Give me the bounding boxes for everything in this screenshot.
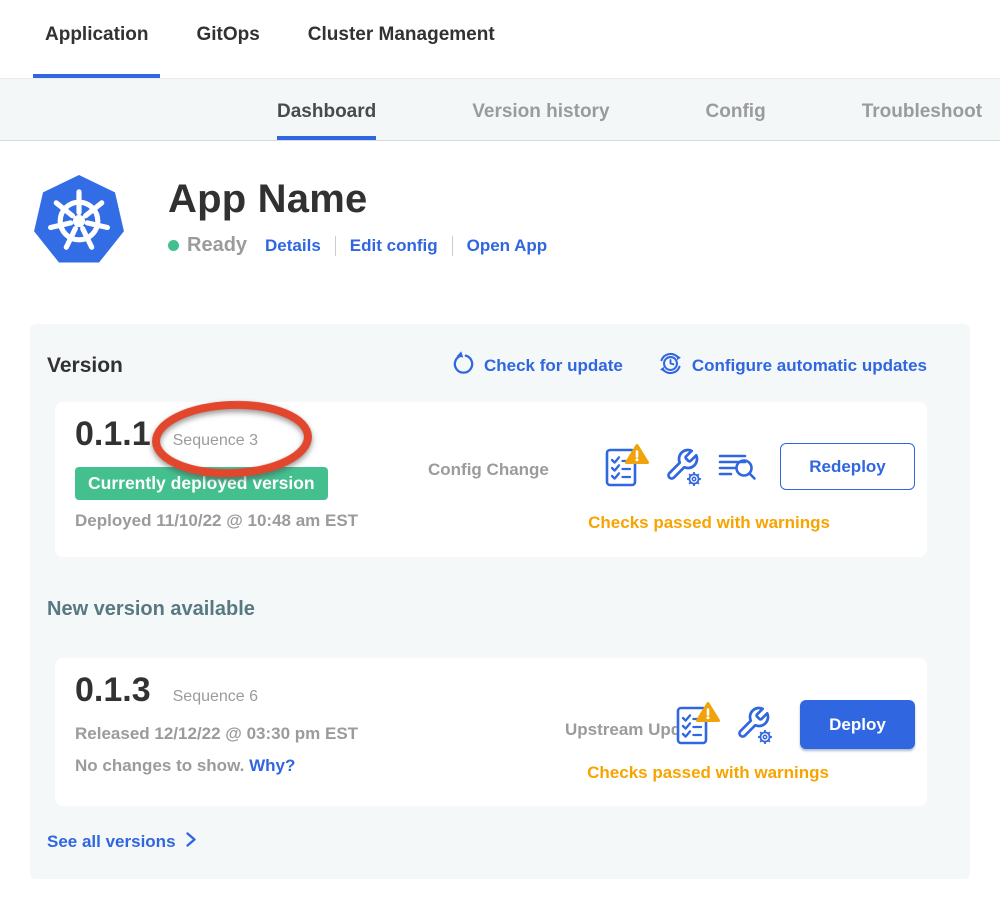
edit-config-link[interactable]: Edit config	[350, 236, 438, 256]
see-all-versions-label: See all versions	[47, 832, 176, 852]
tab-version-history[interactable]: Version history	[472, 101, 609, 140]
divider	[452, 236, 453, 256]
chevron-right-icon	[185, 831, 197, 853]
kubernetes-logo-icon	[32, 172, 126, 275]
why-link[interactable]: Why?	[249, 756, 295, 775]
page-title: App Name	[168, 177, 547, 222]
wrench-gear-icon[interactable]	[733, 704, 775, 746]
top-nav: Application GitOps Cluster Management	[0, 0, 1000, 78]
version-panel: Version Check for update	[30, 324, 970, 879]
refresh-icon	[451, 351, 476, 381]
deploy-button[interactable]: Deploy	[800, 700, 915, 749]
top-tab-cluster-management[interactable]: Cluster Management	[296, 24, 507, 78]
available-version-number: 0.1.3	[75, 671, 151, 710]
available-version-card: 0.1.3 Sequence 6 Released 12/12/22 @ 03:…	[55, 658, 927, 806]
tab-config[interactable]: Config	[706, 101, 766, 140]
check-for-update-button[interactable]: Check for update	[451, 351, 623, 381]
configure-automatic-updates-label: Configure automatic updates	[692, 356, 927, 376]
current-sequence-label: Sequence 3	[173, 432, 258, 450]
sub-nav: Dashboard Version history Config Trouble…	[0, 78, 1000, 141]
current-version-number: 0.1.1	[75, 415, 151, 454]
checks-status: Checks passed with warnings	[588, 513, 830, 533]
version-panel-title: Version	[47, 354, 451, 378]
version-source-label: Config Change	[428, 460, 549, 480]
clock-refresh-icon	[657, 350, 684, 382]
currently-deployed-badge: Currently deployed version	[75, 467, 328, 500]
preflight-checklist-warning-icon[interactable]	[674, 702, 720, 747]
new-version-heading: New version available	[47, 598, 927, 621]
no-changes-note: No changes to show.	[75, 756, 244, 775]
divider	[335, 236, 336, 256]
configure-automatic-updates-button[interactable]: Configure automatic updates	[657, 350, 927, 382]
tab-dashboard[interactable]: Dashboard	[277, 101, 376, 140]
open-app-link[interactable]: Open App	[467, 236, 548, 256]
top-tab-gitops[interactable]: GitOps	[184, 24, 271, 78]
see-all-versions-link[interactable]: See all versions	[47, 831, 197, 853]
redeploy-button[interactable]: Redeploy	[780, 443, 915, 490]
wrench-gear-icon[interactable]	[662, 446, 704, 488]
available-sequence-label: Sequence 6	[173, 688, 258, 706]
check-for-update-label: Check for update	[484, 356, 623, 376]
preflight-checklist-warning-icon[interactable]	[603, 444, 649, 489]
current-version-card: 0.1.1 Sequence 3 Currently deployed vers…	[55, 402, 927, 557]
details-link[interactable]: Details	[265, 236, 321, 256]
app-status-label: Ready	[187, 234, 247, 257]
top-tab-application[interactable]: Application	[33, 24, 160, 78]
app-header: App Name Ready Details Edit config Open …	[32, 172, 1000, 275]
lines-magnifier-icon[interactable]	[717, 447, 757, 487]
tab-troubleshoot[interactable]: Troubleshoot	[862, 101, 982, 140]
ready-status-dot-icon	[168, 240, 179, 251]
checks-status: Checks passed with warnings	[587, 763, 829, 783]
